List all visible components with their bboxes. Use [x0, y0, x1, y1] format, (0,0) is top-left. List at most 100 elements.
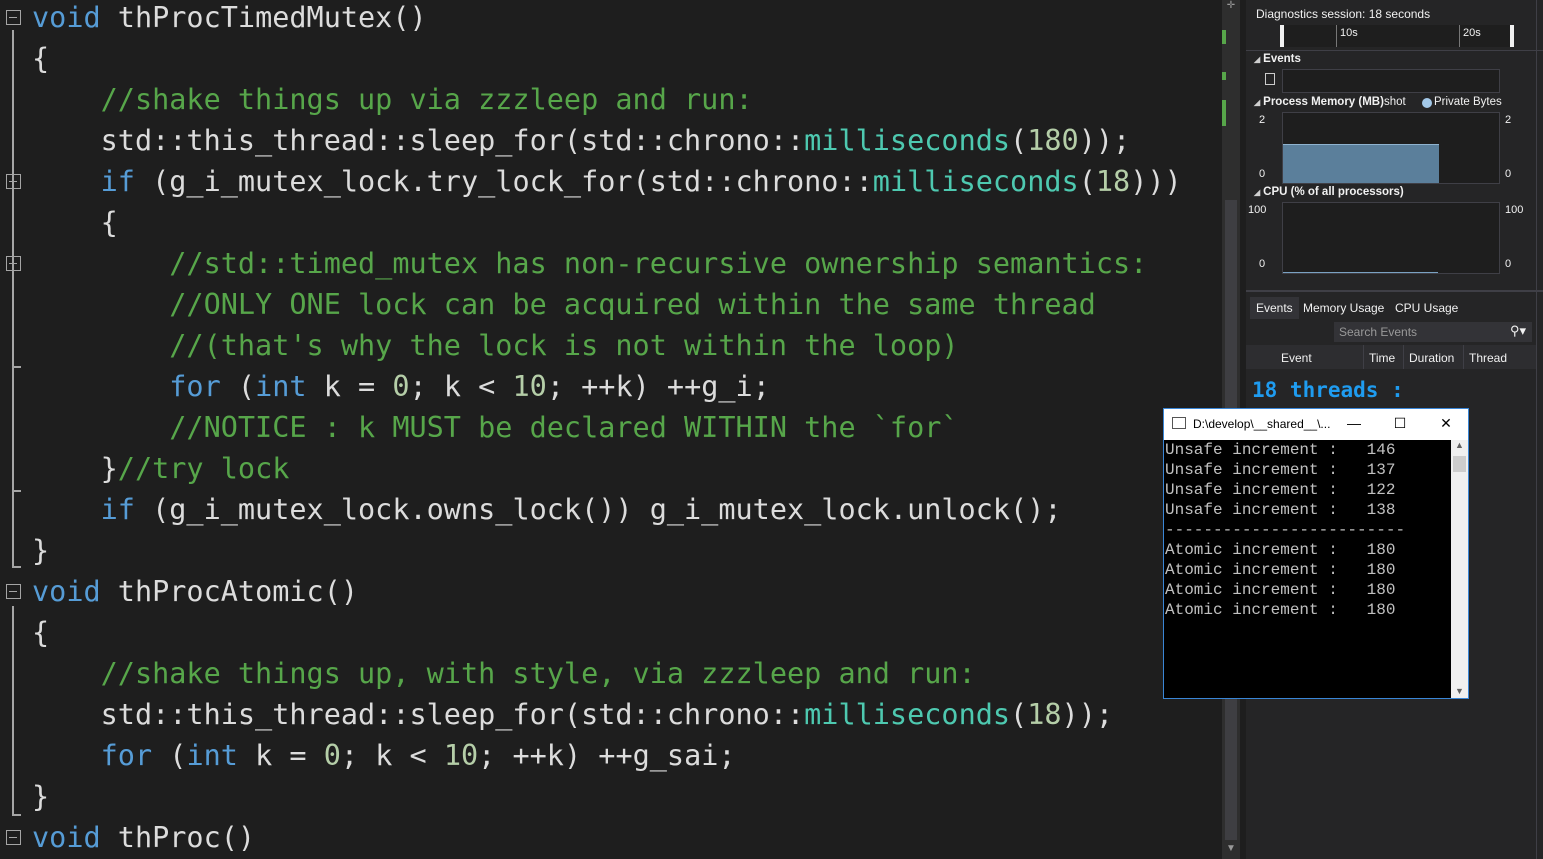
memory-y-max-right: 2 — [1505, 114, 1512, 126]
code-line[interactable]: //shake things up, with style, via zzzle… — [32, 653, 976, 694]
code-keyword: if — [32, 165, 135, 198]
search-icon[interactable]: ⚲▾ — [1510, 323, 1526, 339]
code-number: 18 — [1095, 165, 1131, 198]
code-line[interactable]: //std::timed_mutex has non-recursive own… — [32, 243, 1147, 284]
code-number: 180 — [1027, 124, 1079, 157]
code-number: 10 — [443, 739, 479, 772]
ruler-tick — [1336, 25, 1337, 47]
timeline-ruler[interactable]: 10s 20s — [1280, 25, 1514, 47]
code-line[interactable]: //NOTICE : k MUST be declared WITHIN the… — [32, 407, 958, 448]
column-duration[interactable]: Duration — [1409, 351, 1454, 365]
code-text: (g_i_mutex_lock.owns_lock()) g_i_mutex_l… — [134, 493, 1062, 526]
memory-y-min-left: 0 — [1259, 168, 1266, 180]
column-time[interactable]: Time — [1369, 351, 1395, 365]
cpu-y-max-left: 100 — [1248, 204, 1267, 216]
code-line[interactable]: //shake things up via zzzleep and run: — [32, 79, 753, 120]
code-number: 10 — [512, 370, 547, 403]
divider — [1246, 50, 1543, 51]
collapse-region-icon[interactable] — [6, 10, 21, 25]
code-line[interactable]: { — [32, 38, 49, 79]
code-line[interactable]: { — [32, 612, 49, 653]
maximize-icon[interactable]: ☐ — [1390, 415, 1410, 432]
scroll-down-icon[interactable]: ▼ — [1451, 686, 1468, 696]
code-line[interactable]: for (int k = 0; k < 10; ++k) ++g_sai; — [32, 735, 736, 776]
code-line[interactable]: //(that's why the lock is not within the… — [32, 325, 959, 366]
memory-section-header[interactable]: ◢ Process Memory (MB)shot — [1254, 96, 1406, 108]
code-text: { — [32, 42, 50, 75]
search-events-box[interactable]: Search Events ⚲▾ — [1334, 322, 1532, 342]
split-icon[interactable]: ✛ — [1222, 0, 1240, 14]
code-text: std::this_thread::sleep_for(std::chrono:… — [32, 124, 805, 157]
console-line: Atomic increment : 180 — [1165, 601, 1396, 619]
memory-graph[interactable] — [1282, 112, 1500, 184]
console-title: D:\develop\__shared__\... — [1193, 417, 1331, 431]
code-editor[interactable]: void thProcTimedMutex() { //shake things … — [0, 0, 1222, 859]
code-text: ; ++k) ++g_sai; — [478, 739, 736, 772]
tab-events[interactable]: Events — [1250, 297, 1299, 319]
code-line[interactable]: for (int k = 0; k < 10; ++k) ++g_i; — [32, 366, 770, 407]
column-event[interactable]: Event — [1281, 351, 1312, 365]
events-track[interactable] — [1282, 69, 1500, 93]
cpu-graph[interactable] — [1282, 202, 1500, 274]
ruler-label-20s: 20s — [1463, 27, 1481, 39]
minimize-icon[interactable]: — — [1344, 415, 1364, 431]
fold-end-tick — [12, 814, 21, 816]
code-line[interactable]: if (g_i_mutex_lock.owns_lock()) g_i_mute… — [32, 489, 1062, 530]
code-text: ( — [1078, 165, 1096, 198]
code-line[interactable]: } — [32, 776, 49, 817]
code-keyword: int — [186, 739, 238, 772]
code-line[interactable]: //ONLY ONE lock can be acquired within t… — [32, 284, 1096, 325]
code-comment: //shake things up via zzzleep and run: — [32, 83, 753, 116]
console-line: Atomic increment : 180 — [1165, 541, 1396, 559]
code-line[interactable]: void thProcAtomic() — [32, 571, 358, 612]
code-line[interactable]: void thProc() — [32, 817, 255, 858]
code-line[interactable]: } — [32, 530, 49, 571]
tab-memory-usage[interactable]: Memory Usage — [1297, 297, 1390, 319]
fold-end-tick — [12, 366, 21, 368]
console-scrollbar[interactable]: ▲ ▼ — [1451, 440, 1468, 698]
code-keyword: void — [32, 575, 101, 608]
code-line[interactable]: { — [32, 202, 118, 243]
code-text: } — [32, 452, 118, 485]
cpu-y-max-right: 100 — [1505, 204, 1524, 216]
collapse-region-icon[interactable] — [6, 584, 21, 599]
code-text: { — [32, 206, 118, 239]
column-thread[interactable]: Thread — [1469, 351, 1507, 365]
code-line[interactable]: if (g_i_mutex_lock.try_lock_for(std::chr… — [32, 161, 1182, 202]
collapse-triangle-icon: ◢ — [1254, 98, 1261, 107]
console-scrollbar-thumb[interactable] — [1453, 456, 1466, 472]
code-text: } — [32, 780, 50, 813]
code-keyword: for — [32, 739, 153, 772]
code-line[interactable]: std::this_thread::sleep_for(std::chrono:… — [32, 120, 1131, 161]
change-marker — [1222, 72, 1226, 80]
memory-y-min-right: 0 — [1505, 168, 1512, 180]
diagnostics-session-title: Diagnostics session: 18 seconds — [1256, 7, 1431, 21]
memory-header-label: Process Memory (MB) — [1263, 96, 1384, 108]
search-events-input[interactable]: Search Events — [1339, 325, 1417, 339]
cpu-y-min-left: 0 — [1259, 258, 1266, 270]
collapse-region-icon[interactable] — [6, 830, 21, 845]
console-title-bar[interactable]: D:\develop\__shared__\... — ☐ ✕ — [1164, 409, 1468, 440]
code-comment: //(that's why the lock is not within the… — [32, 329, 959, 362]
code-type: milliseconds — [872, 165, 1079, 198]
pause-icon[interactable] — [1265, 73, 1275, 85]
code-line[interactable]: std::this_thread::sleep_for(std::chrono:… — [32, 694, 1113, 735]
scroll-up-icon[interactable]: ▲ — [1451, 440, 1468, 450]
code-keyword: for — [32, 370, 221, 403]
code-text: )); — [1061, 698, 1114, 731]
tab-cpu-usage[interactable]: CPU Usage — [1389, 297, 1464, 319]
code-text: thProcTimedMutex() — [100, 1, 427, 34]
code-text: k = — [237, 739, 324, 772]
code-line[interactable]: void thProcTimedMutex() — [32, 0, 427, 38]
cpu-section-header[interactable]: ◢ CPU (% of all processors) — [1254, 186, 1404, 198]
events-section-header[interactable]: ◢ Events — [1254, 53, 1301, 65]
console-window[interactable]: D:\develop\__shared__\... — ☐ ✕ Unsafe i… — [1163, 408, 1469, 699]
output-text: 18 threads : — [1252, 378, 1404, 402]
scroll-down-icon[interactable]: ▼ — [1222, 843, 1240, 857]
code-text: ))) — [1130, 165, 1182, 198]
close-icon[interactable]: ✕ — [1436, 415, 1456, 432]
code-text: ; k < — [409, 370, 513, 403]
ruler-tick — [1459, 25, 1460, 47]
code-text: thProc() — [100, 821, 256, 854]
code-line[interactable]: }//try lock — [32, 448, 290, 489]
